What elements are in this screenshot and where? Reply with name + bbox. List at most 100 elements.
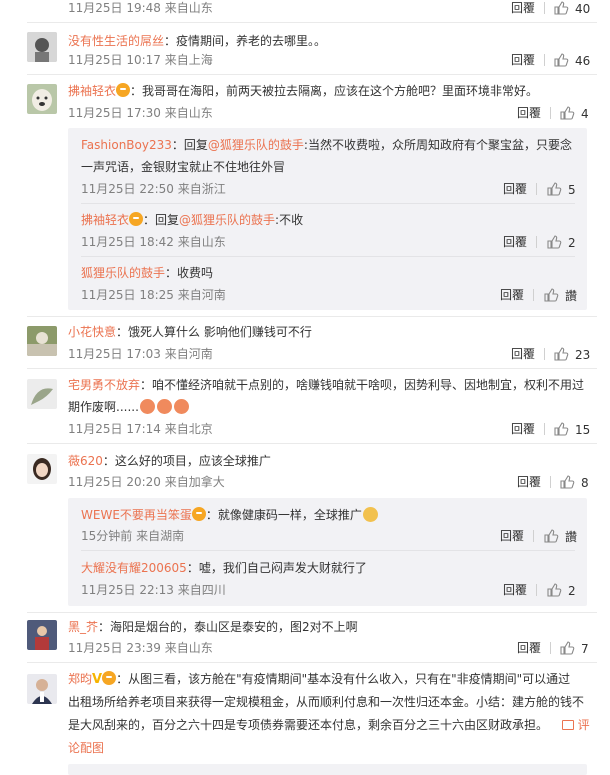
avatar[interactable]: [27, 32, 57, 62]
like-count: 23: [575, 348, 591, 362]
comment-text: 拂袖轻衣 ：我哥哥在海阳，前两天被拉去隔离，应该在这个方舱吧？里面环境非常好。: [68, 83, 539, 98]
divider: [81, 203, 575, 204]
divider: [544, 2, 545, 14]
thumbs-up-icon: [547, 583, 562, 597]
divider: [544, 423, 545, 435]
reply-button[interactable]: 回覆: [500, 528, 524, 544]
member-badge-icon: [116, 83, 131, 97]
username-link[interactable]: 黑_芥: [68, 620, 98, 634]
reply-button[interactable]: 回覆: [503, 582, 527, 598]
divider: [27, 22, 597, 23]
comment-meta: 11月25日 23:39 来自山东: [68, 641, 213, 655]
like-count: 4: [581, 107, 589, 121]
like-button[interactable]: 讚: [543, 528, 577, 545]
thumbs-up-icon: [560, 475, 575, 489]
username-link[interactable]: 大耀没有耀200605: [81, 561, 187, 575]
username-link[interactable]: 小花快意: [68, 325, 116, 339]
comment-meta: 11月25日 10:17 来自上海: [68, 53, 213, 67]
like-button[interactable]: 7: [559, 640, 589, 657]
like-count: 15: [575, 423, 591, 437]
avatar[interactable]: [27, 454, 57, 484]
member-badge-icon: [102, 671, 117, 685]
username-link[interactable]: 宅男勇不放弃: [68, 378, 140, 392]
comment-text: 黑_芥：海阳是烟台的，泰山区是泰安的，图2对不上啊: [68, 620, 358, 634]
reply-button[interactable]: 回覆: [500, 287, 524, 303]
comment-meta: 11月25日 19:48 来自山东: [68, 1, 213, 15]
avatar[interactable]: [27, 620, 57, 650]
username-link[interactable]: 郑昀: [68, 672, 92, 686]
divider: [533, 530, 534, 542]
divider: [536, 584, 537, 596]
avatar[interactable]: [27, 326, 57, 356]
username-link[interactable]: 薇620: [68, 454, 103, 468]
reply-button[interactable]: 回覆: [511, 52, 535, 68]
avatar[interactable]: [27, 379, 57, 409]
reply-text: WEWE不要再当笨蛋 ：就像健康码一样，全球推广: [81, 506, 379, 524]
username-link[interactable]: WEWE不要再当笨蛋: [81, 508, 192, 522]
comment-image-link[interactable]: 评: [578, 718, 590, 732]
image-icon: [561, 720, 574, 730]
thumbs-up-icon: [547, 182, 562, 196]
reply-text: FashionBoy233：回复@狐狸乐队的鼓手:当然不收费啦，众所周知政府有个…: [81, 138, 572, 152]
reply-button[interactable]: 回覆: [517, 474, 541, 490]
divider: [81, 256, 575, 257]
reply-text-continued: 一声咒语，金银财宝就止不住地往外冒: [81, 160, 286, 174]
like-count: 46: [575, 54, 591, 68]
member-badge-icon: [191, 507, 206, 521]
comment-image-link-continued[interactable]: 论配图: [68, 739, 104, 757]
divider: [550, 476, 551, 488]
comment-meta: 11月25日 20:20 来自加拿大: [68, 475, 225, 489]
username-link[interactable]: FashionBoy233: [81, 138, 172, 152]
like-count: 2: [568, 584, 576, 598]
divider: [533, 289, 534, 301]
reply-button[interactable]: 回覆: [511, 0, 535, 16]
like-button[interactable]: 2: [546, 582, 576, 599]
comment-list: 11月25日 19:48 来自山东 回覆 40 没有性生活的屌丝：疫情期间，养老…: [0, 0, 610, 775]
emoji-icon: [173, 399, 189, 414]
comment-meta: 11月25日 17:14 来自北京: [68, 422, 213, 436]
reply-meta: 11月25日 18:25 来自河南: [81, 288, 226, 302]
like-button[interactable]: 讚: [543, 287, 577, 304]
like-button[interactable]: 23: [553, 346, 590, 363]
reply-text: 狐狸乐队的鼓手：收费吗: [81, 266, 214, 280]
mention-link[interactable]: @狐狸乐队的鼓手: [179, 213, 275, 227]
avatar[interactable]: [27, 84, 57, 114]
emoji-icon: [362, 507, 378, 522]
divider: [544, 348, 545, 360]
reply-button[interactable]: 回覆: [517, 105, 541, 121]
divider: [536, 236, 537, 248]
thumbs-up-icon: [547, 235, 562, 249]
comment-text-continued: 出租场所给养老项目来获得一定规模租金，从而顺利付息和一次性归还本金。小结：建方舱…: [68, 695, 585, 709]
avatar[interactable]: [27, 674, 57, 704]
username-link[interactable]: 拂袖轻衣: [81, 213, 129, 227]
comment-text: 郑昀V ：从图三看，该方舱在"有疫情期间"基本没有什么收入，只有在"非疫情期间"可…: [68, 671, 571, 687]
like-button[interactable]: 8: [559, 474, 589, 491]
reply-button[interactable]: 回覆: [511, 346, 535, 362]
comment-meta: 11月25日 17:30 来自山东: [68, 106, 213, 120]
like-button[interactable]: 2: [546, 234, 576, 251]
like-button[interactable]: 15: [553, 421, 590, 438]
reply-thread: [68, 764, 587, 775]
comment-text: 小花快意：饿死人算什么 影响他们赚钱可不行: [68, 325, 312, 339]
username-link[interactable]: 狐狸乐队的鼓手: [81, 266, 165, 280]
like-button[interactable]: 4: [559, 105, 589, 122]
divider: [27, 443, 597, 444]
like-button[interactable]: 5: [546, 181, 576, 198]
like-count: 讚: [565, 530, 578, 544]
emoji-icon: [139, 399, 155, 414]
reply-meta: 15分钟前 来自湖南: [81, 529, 185, 543]
reply-button[interactable]: 回覆: [503, 181, 527, 197]
comment-text: 薇620：这么好的项目，应该全球推广: [68, 454, 271, 468]
username-link[interactable]: 拂袖轻衣: [68, 84, 116, 98]
member-badge-icon: [129, 212, 144, 226]
comment-meta: 11月25日 17:03 来自河南: [68, 347, 213, 361]
like-button[interactable]: 46: [553, 52, 590, 69]
reply-button[interactable]: 回覆: [511, 421, 535, 437]
reply-text: 拂袖轻衣 ：回复@狐狸乐队的鼓手:不收: [81, 212, 304, 227]
like-count: 8: [581, 476, 589, 490]
like-button[interactable]: 40: [553, 0, 590, 17]
username-link[interactable]: 没有性生活的屌丝: [68, 34, 164, 48]
mention-link[interactable]: @狐狸乐队的鼓手: [208, 138, 304, 152]
reply-button[interactable]: 回覆: [517, 640, 541, 656]
reply-button[interactable]: 回覆: [503, 234, 527, 250]
